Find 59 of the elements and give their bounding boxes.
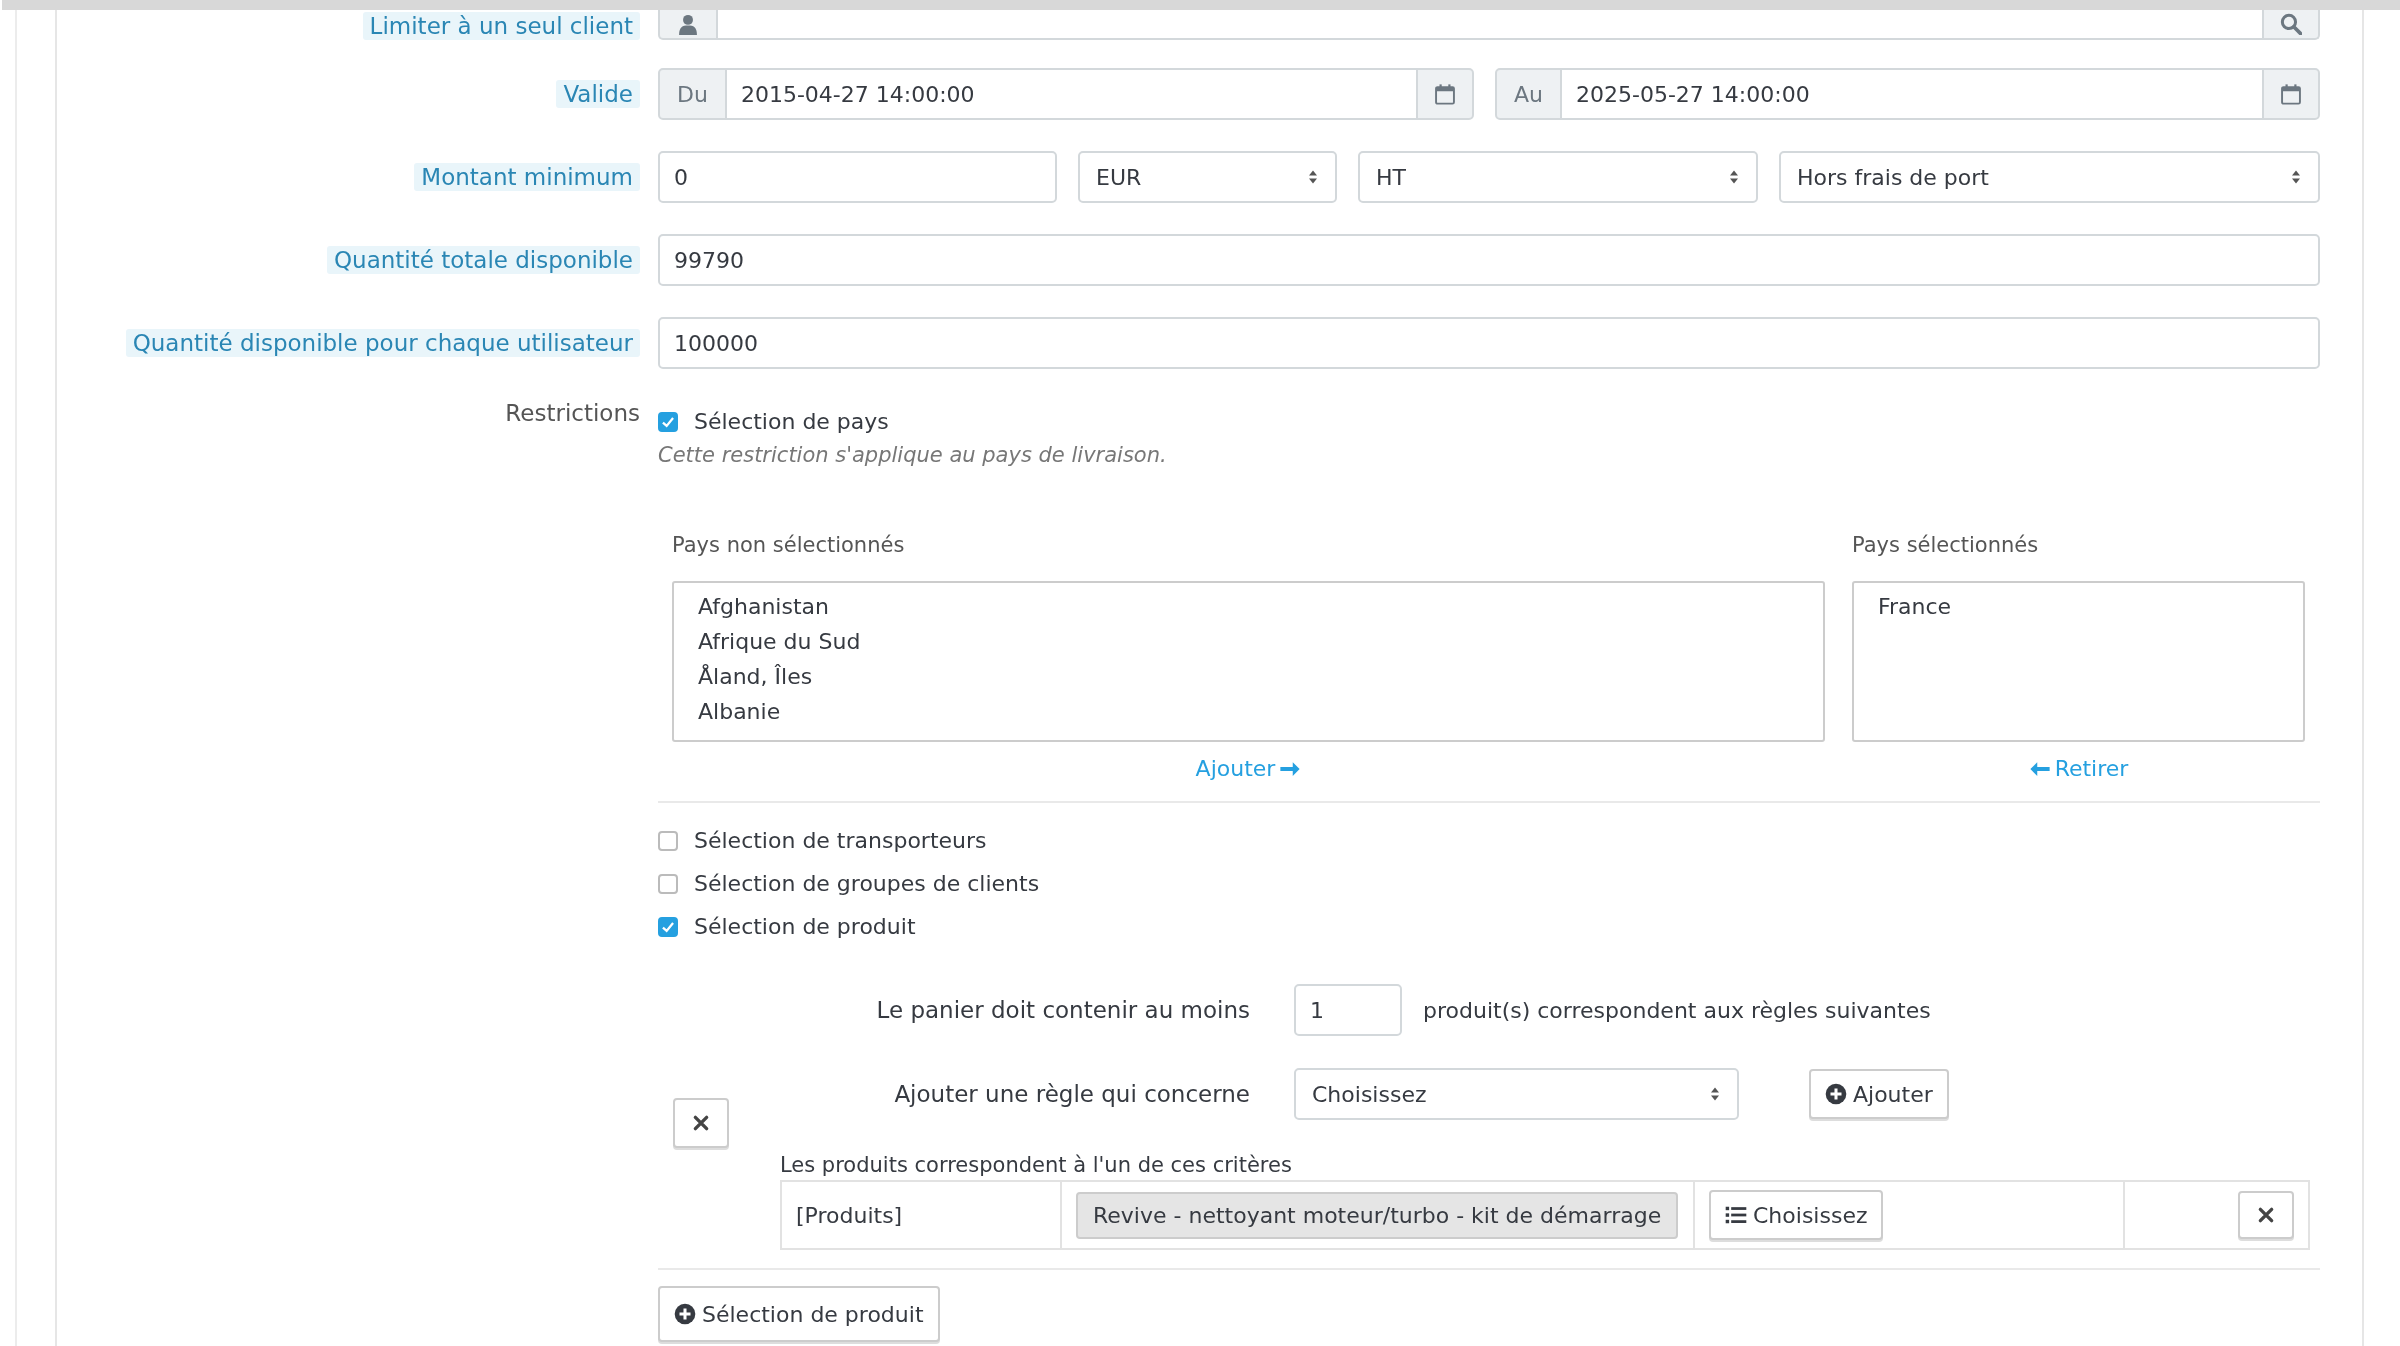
field-label: Limiter à un seul client — [362, 12, 640, 40]
calendar-button[interactable] — [1416, 68, 1474, 120]
date-prefix: Au — [1495, 68, 1562, 120]
country-list[interactable]: Afghanistan Afrique du Sud Åland, Îles Albanie — [672, 581, 1825, 742]
checkbox[interactable] — [658, 916, 678, 937]
amount-field[interactable]: 0 — [658, 151, 1057, 203]
table-cell: [Produits] — [782, 1182, 1062, 1248]
checkbox-label[interactable]: Sélection de pays — [694, 409, 889, 434]
calendar-button[interactable] — [2262, 68, 2320, 120]
quantity-field[interactable]: 99790 — [658, 234, 2320, 286]
currency-select[interactable]: EUR — [1078, 151, 1337, 203]
checkbox-label[interactable]: Sélection de produit — [694, 914, 916, 939]
field-label: Montant minimum — [414, 163, 640, 191]
date-field[interactable]: 2015-04-27 14:00:00 — [726, 68, 1416, 120]
criteria-label: Les produits correspondent à l'un de ces critères — [780, 1152, 1293, 1179]
calendar-icon — [1434, 83, 1456, 105]
quantity-field[interactable]: 1 — [1294, 984, 1402, 1036]
tax-select[interactable]: HT — [1358, 151, 1758, 203]
country-option[interactable]: France — [1878, 589, 2279, 624]
date-prefix: Du — [658, 68, 727, 120]
close-icon — [692, 1114, 710, 1132]
search-icon — [2280, 13, 2302, 35]
plus-circle-icon — [1825, 1083, 1847, 1105]
plus-circle-icon — [674, 1303, 696, 1325]
choose-button[interactable]: Choisissez — [1709, 1190, 1884, 1240]
search-button[interactable] — [2262, 10, 2320, 40]
add-product-selection-button[interactable]: Sélection de produit — [658, 1286, 940, 1342]
country-list[interactable]: France — [1852, 581, 2305, 742]
user-icon — [677, 13, 699, 35]
calendar-icon — [2280, 83, 2302, 105]
field-label: Quantité totale disponible — [326, 246, 640, 274]
list-icon — [1725, 1204, 1747, 1226]
country-option[interactable]: Afghanistan — [698, 589, 1799, 624]
checkbox-label[interactable]: Sélection de transporteurs — [694, 828, 987, 853]
shipping-select[interactable]: Hors frais de port — [1779, 151, 2320, 203]
delete-button[interactable] — [673, 1098, 729, 1148]
field-label: Quantité disponible pour chaque utilisateur — [125, 329, 640, 357]
country-option[interactable]: Albanie — [698, 694, 1799, 729]
product-tag: Revive - nettoyant moteur/turbo - kit de démarrage — [1076, 1191, 1679, 1239]
rule-type-select[interactable]: Choisissez — [1294, 1068, 1739, 1120]
checkbox[interactable] — [658, 830, 678, 851]
rule-label: Le panier doit contenir au moins — [875, 997, 1251, 1023]
help-text: Cette restriction s'applique au pays de livraison. — [658, 443, 1168, 469]
rule-text: produit(s) correspondent aux règles suivantes — [1423, 997, 1931, 1023]
checkbox[interactable] — [658, 411, 678, 432]
checkbox-label[interactable]: Sélection de groupes de clients — [694, 871, 1040, 896]
add-rule-button[interactable]: Ajouter — [1809, 1069, 1949, 1119]
checkbox[interactable] — [658, 873, 678, 894]
country-option[interactable]: Afrique du Sud — [698, 624, 1799, 659]
date-field[interactable]: 2025-05-27 14:00:00 — [1562, 68, 2262, 120]
close-icon — [2257, 1206, 2275, 1224]
list-title: Pays non sélectionnés — [672, 532, 906, 559]
field-label: Restrictions — [505, 400, 640, 426]
field-label: Valide — [556, 80, 640, 108]
list-title: Pays sélectionnés — [1852, 532, 2040, 559]
delete-button[interactable] — [2238, 1191, 2294, 1239]
country-option[interactable]: Åland, Îles — [698, 659, 1799, 694]
rule-label: Ajouter une règle qui concerne — [893, 1081, 1251, 1107]
quantity-field[interactable]: 100000 — [658, 317, 2320, 369]
